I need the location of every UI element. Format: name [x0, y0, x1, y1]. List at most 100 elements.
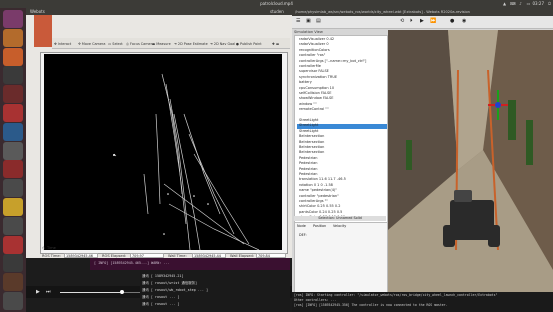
launcher-app16-icon[interactable] — [3, 292, 23, 310]
webots-save-icon[interactable]: ▤ — [316, 18, 321, 24]
tab-velocity[interactable]: Velocity — [333, 224, 346, 228]
seek-bar-played[interactable] — [60, 292, 120, 293]
play-icon[interactable]: ▶ — [36, 289, 40, 295]
scene-tree-item[interactable]: Pedestrian — [299, 167, 317, 171]
pointcloud-view[interactable] — [44, 54, 282, 250]
scene-tree-item[interactable]: StreetLight — [299, 118, 318, 122]
power-icon[interactable]: ⏻ — [547, 1, 552, 6]
launcher-app8-icon[interactable] — [3, 141, 23, 160]
time-header: ◷ Time — [40, 246, 290, 251]
launcher-app12-icon[interactable] — [3, 216, 23, 235]
webots-step-icon[interactable]: ⏵ — [410, 18, 413, 24]
scene-tree-item[interactable]: controllerMe — [299, 64, 321, 68]
launcher — [0, 8, 26, 312]
launcher-browser-icon[interactable] — [3, 47, 23, 66]
webots-camera-icon[interactable]: ◉ — [462, 18, 466, 24]
scene-tree-item[interactable]: recognitionColors — [299, 48, 330, 52]
scene-tree-item[interactable]: rotation 0 1 0 -1.58 — [299, 183, 333, 187]
volume-icon[interactable]: ♪ — [518, 1, 523, 6]
scene-tree-item[interactable]: radarVisualizer 0 — [299, 42, 329, 46]
clock[interactable]: 03:27 — [532, 1, 544, 6]
launcher-app15-icon[interactable] — [3, 273, 23, 292]
tool-select[interactable]: ▭ Select — [108, 41, 123, 48]
tool-add-minus[interactable]: ✚ ▬ — [272, 41, 279, 48]
launcher-app11-icon[interactable] — [3, 198, 23, 216]
scene-tree-item[interactable]: pantsColor 0.24 0.25 0.5 — [299, 210, 342, 214]
properties-panel: Node Position Velocity DEF: — [294, 222, 388, 296]
rviz-title-text: Webots — [30, 9, 45, 14]
3d-view[interactable] — [388, 30, 553, 292]
webots-fast-icon[interactable]: ⏩ — [430, 18, 436, 24]
rviz-titlebar: Webots — [26, 8, 292, 15]
launcher-app6-icon[interactable] — [3, 104, 23, 122]
scene-tree-item[interactable]: shirtColor 0.25 0.55 0.2 — [299, 204, 340, 208]
launcher-app5-icon[interactable] — [3, 85, 23, 104]
keyboard-icon[interactable]: ⌨ — [510, 1, 516, 6]
scene-tree-item[interactable]: battery — [299, 80, 312, 84]
scene-tree-item[interactable]: supervisor FALSE — [299, 69, 329, 73]
scene-tree[interactable]: radarVisualizer 0.42 radarVisualizer 0 r… — [294, 35, 388, 227]
select-icon: ▭ — [108, 42, 112, 46]
camera-icon: ✣ — [78, 42, 81, 46]
tool-move-camera[interactable]: ✣ Move Camera — [78, 41, 105, 48]
launcher-terminal-icon[interactable] — [3, 66, 23, 85]
webots-reset-icon[interactable]: ⟲ — [400, 18, 404, 24]
scene-tree-item[interactable]: controllerArgs ["--name=my_bot_ctrl"] — [299, 59, 366, 63]
launcher-app13-icon[interactable] — [3, 235, 23, 254]
scene-tree-item[interactable]: radarVisualizer 0.42 — [299, 37, 334, 41]
goal-arrow-icon: ➜ — [210, 42, 213, 46]
terminal-line-3: 通讯 [ rosout/wb_robot_step ... ] — [142, 288, 208, 292]
launcher-app7-icon[interactable] — [3, 122, 23, 141]
scene-tree-item[interactable]: window "" — [299, 102, 317, 106]
scene-tree-item[interactable]: BeIntersection — [299, 140, 324, 144]
tool-focus-camera[interactable]: ◎ Focus Camera — [126, 41, 154, 48]
launcher-app10-icon[interactable] — [3, 179, 23, 198]
tool-2d-pose-estimate[interactable]: ➜ 2D Pose Estimate — [174, 41, 208, 48]
launcher-dash-icon[interactable] — [3, 10, 23, 28]
scene-tree-item[interactable]: BeIntersection — [299, 134, 324, 138]
webots-run-icon[interactable]: ▶ — [420, 18, 424, 24]
time-label: Time — [47, 246, 56, 250]
scene-tree-item[interactable]: controllerArgs "" — [299, 199, 328, 203]
tool-interact[interactable]: ✥ Interact — [54, 41, 71, 48]
launcher-files-icon[interactable] — [3, 28, 23, 47]
3d-scene-svg — [388, 30, 553, 292]
scene-tree-item[interactable]: Pedestrian — [299, 172, 317, 176]
webots-open-icon[interactable]: ▣ — [306, 18, 311, 24]
scene-tree-item[interactable]: StreetLight — [299, 123, 318, 127]
scene-tree-item[interactable]: BeIntersection — [299, 150, 324, 154]
scene-tree-item[interactable]: showWindow FALSE — [299, 96, 333, 100]
scene-tree-item[interactable]: PatrolRobot — [299, 113, 319, 117]
console-line-0: [ros] INFO: Starting controller: "/simul… — [294, 293, 498, 297]
webots-menu-icon[interactable]: ☰ — [296, 18, 300, 24]
minus-icon: ▬ — [275, 42, 280, 46]
launcher-app14-icon[interactable] — [3, 254, 23, 273]
scene-tree-item[interactable]: synchronization TRUE — [299, 75, 337, 79]
tab-node[interactable]: Node — [297, 224, 306, 228]
scene-tree-item[interactable]: Pedestrian — [299, 161, 317, 165]
scene-tree-item[interactable]: translation 11.6 11.7 -46.5 — [299, 177, 346, 181]
webots-console: [ros] INFO: Starting controller: "/simul… — [292, 292, 553, 312]
rviz-title-right: studen — [270, 9, 284, 14]
tool-2d-nav-goal[interactable]: ➜ 2D Nav Goal — [210, 41, 235, 48]
scene-tree-item[interactable]: selfCollision FALSE — [299, 91, 331, 95]
launcher-app9-icon[interactable] — [3, 160, 23, 179]
battery-icon[interactable]: ▭ — [526, 1, 531, 6]
network-icon[interactable]: ▲ — [502, 1, 507, 6]
tool-measure[interactable]: ▬ Measure — [152, 41, 171, 48]
scene-tree-item[interactable]: BeIntersection — [299, 145, 324, 149]
scene-tree-item[interactable]: remoteControl "" — [299, 107, 329, 111]
next-icon[interactable]: ⏭ — [46, 289, 51, 295]
scene-tree-item[interactable]: StreetLight — [299, 129, 318, 133]
scene-tree-item[interactable]: controller "ros" — [299, 53, 325, 57]
tab-position[interactable]: Position — [313, 224, 326, 228]
webots-record-icon[interactable]: ● — [450, 18, 454, 24]
tool-publish-point[interactable]: ● Publish Point — [236, 41, 262, 48]
scene-tree-item[interactable]: cpuConsumption 10 — [299, 86, 334, 90]
scene-tree-item[interactable]: Pedestrian — [299, 156, 317, 160]
rviz-window: Webots studen ✥ Interact ✣ Move Camera ▭… — [26, 8, 292, 258]
scene-tree-item[interactable]: controller "pedestrian" — [299, 194, 339, 198]
terminal-panel: 通讯 [ 1589342945.21] 通讯 [ rosout/wrist 通信… — [140, 270, 290, 312]
terminal-line-0: [ INFO] [1589342945.465...] WARN: ... — [94, 261, 170, 265]
scene-tree-item[interactable]: name "pedestrian(4)" — [299, 188, 337, 192]
